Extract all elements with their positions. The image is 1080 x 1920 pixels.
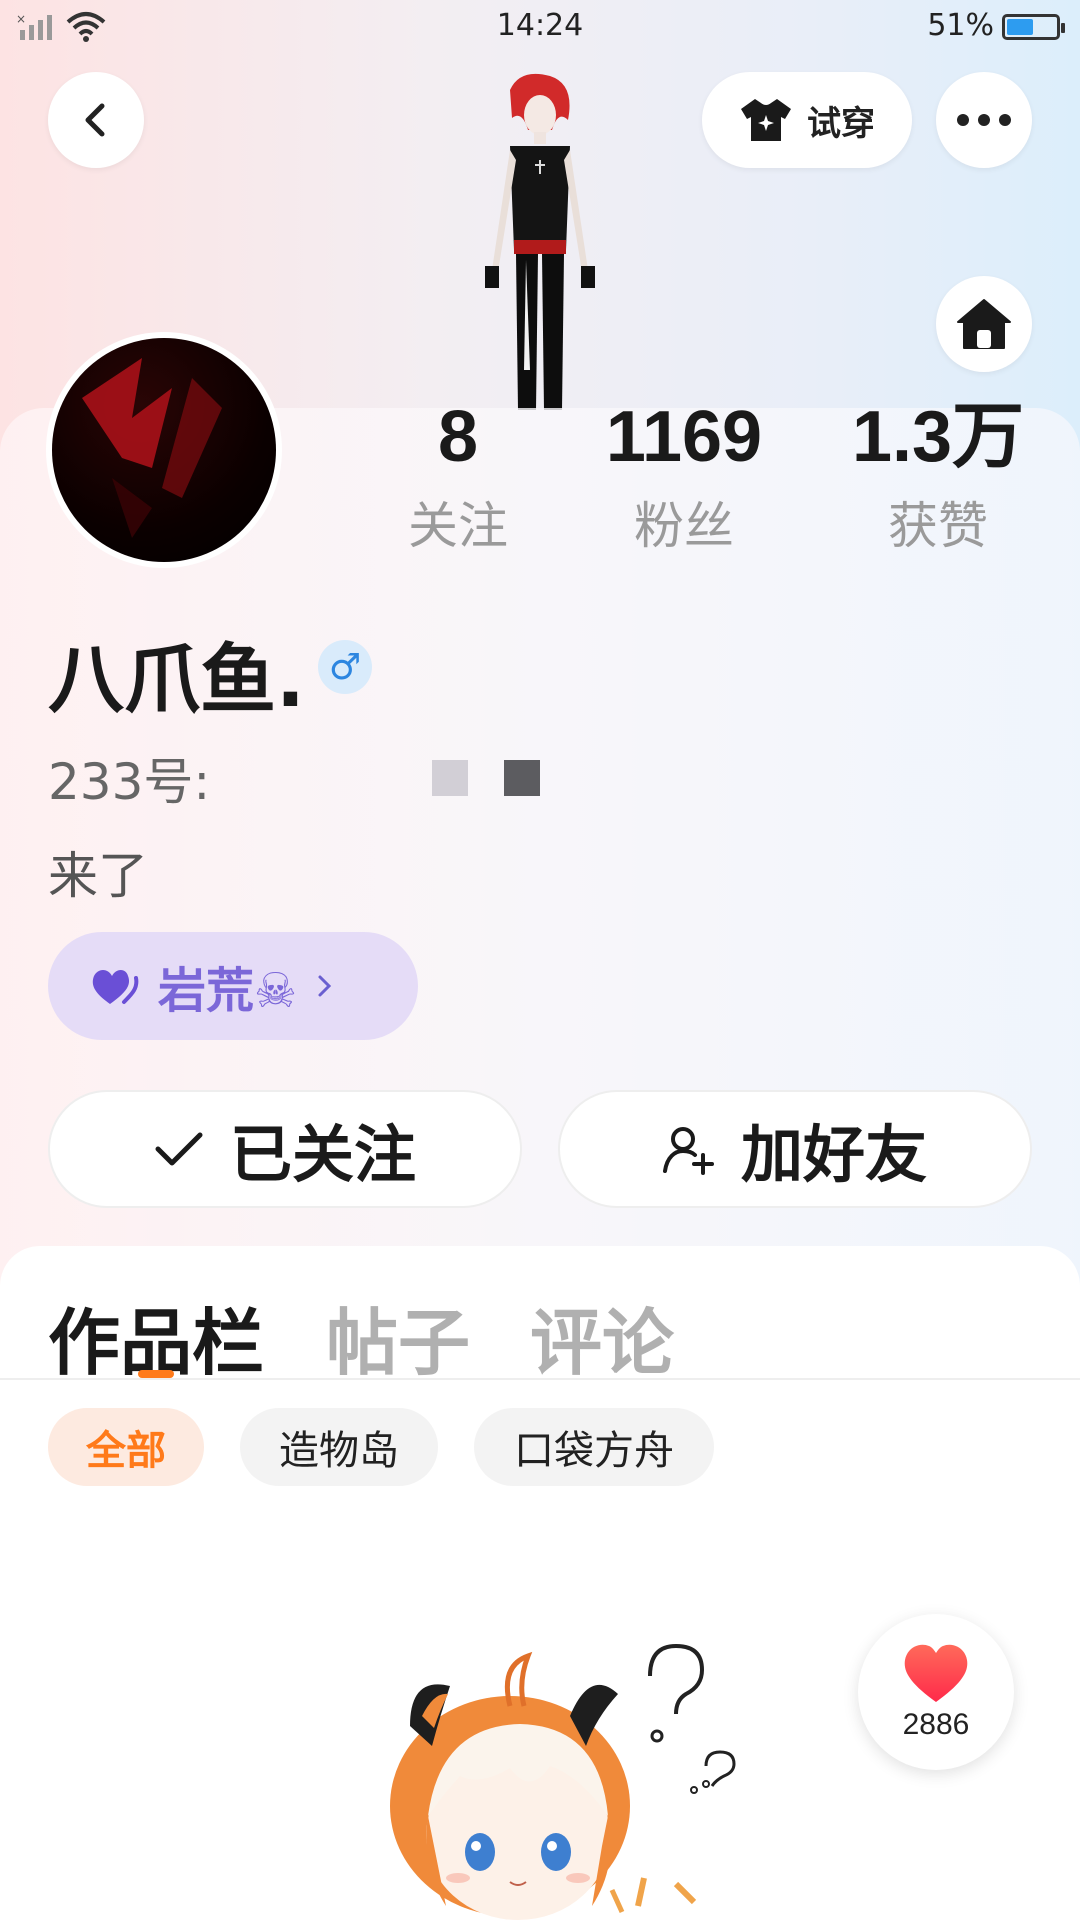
status-time: 14:24 (496, 8, 584, 43)
stat-following-label: 关注 (408, 497, 508, 555)
mosaic-block (432, 760, 468, 796)
back-button[interactable] (48, 72, 144, 168)
chevron-right-icon (318, 975, 332, 997)
status-bar: × 14:24 51% (0, 0, 1080, 56)
group-tag-label: 岩荒☠ (158, 963, 298, 1019)
filter-creation-island[interactable]: 造物岛 (240, 1408, 438, 1486)
home-button[interactable] (936, 276, 1032, 372)
stat-likes[interactable]: 1.3万 获赞 (838, 392, 1038, 558)
like-button[interactable]: 2886 (858, 1614, 1014, 1770)
heart-icon (92, 970, 139, 1004)
stat-fans-label: 粉丝 (634, 497, 734, 555)
mosaic-block (504, 760, 540, 796)
tab-comments[interactable]: 评论 (530, 1284, 674, 1389)
content-section: 作品栏 帖子 评论 全部 造物岛 口袋方舟 (0, 1246, 1080, 1920)
try-on-label: 试穿 (807, 103, 875, 144)
battery-percent: 51% (927, 8, 994, 43)
group-tag[interactable]: 岩荒☠ (48, 932, 418, 1040)
battery-fill (1007, 19, 1033, 35)
gender-badge: ♂ (318, 640, 372, 694)
avatar-image (52, 338, 276, 562)
stat-likes-value: 1.3万 (851, 397, 1025, 477)
home-icon (957, 299, 1011, 349)
add-friend-label: 加好友 (740, 1118, 927, 1191)
stat-following[interactable]: 8 关注 (358, 392, 558, 558)
tab-posts[interactable]: 帖子 (326, 1284, 470, 1389)
following-label: 已关注 (229, 1118, 416, 1191)
stat-likes-label: 获赞 (888, 497, 988, 555)
user-id-label: 233号: (48, 753, 211, 811)
filter-all[interactable]: 全部 (48, 1408, 204, 1486)
add-friend-button[interactable]: 加好友 (558, 1090, 1032, 1208)
add-user-icon (662, 1127, 714, 1175)
tab-indicator (138, 1370, 174, 1378)
battery-icon (1002, 14, 1065, 40)
try-on-button[interactable]: 试穿 (702, 72, 912, 168)
stat-fans[interactable]: 1169 粉丝 (584, 392, 784, 558)
empty-state-illustration (390, 1643, 736, 1920)
stat-fans-value: 1169 (605, 397, 763, 477)
avatar-figure-image (485, 73, 595, 410)
shirt-icon (741, 99, 791, 141)
male-icon: ♂ (328, 646, 362, 688)
like-count: 2886 (902, 1708, 970, 1741)
profile-avatar[interactable] (46, 332, 282, 568)
user-bio: 来了 (48, 847, 148, 905)
profile-page: × 14:24 51% 试穿 8 关注 1169 粉丝 1.3万 获赞 八爪鱼.… (0, 0, 1080, 1920)
tab-divider (0, 1378, 1080, 1380)
following-button[interactable]: 已关注 (48, 1090, 522, 1208)
check-icon (155, 1132, 203, 1166)
back-icon (85, 103, 105, 137)
user-name: 八爪鱼. (48, 635, 305, 724)
more-button[interactable] (936, 72, 1032, 168)
more-icon (957, 114, 1011, 126)
filter-pocket-ark[interactable]: 口袋方舟 (474, 1408, 714, 1486)
stat-following-value: 8 (437, 397, 479, 477)
heart-icon (904, 1644, 968, 1702)
